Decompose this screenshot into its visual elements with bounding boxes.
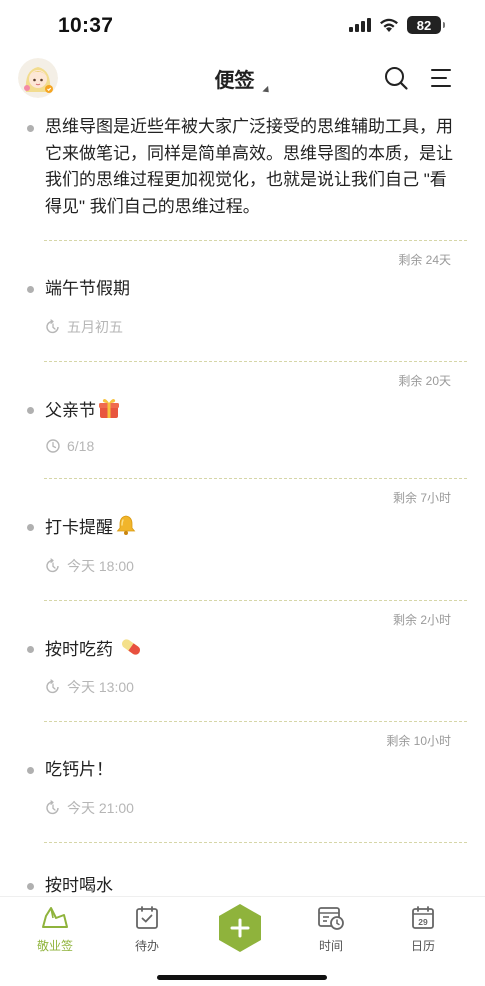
reminder-text: 五月初五 [67,318,123,335]
recurring-alarm-icon [46,679,59,694]
tab-calendar[interactable]: 29 日历 [391,905,455,954]
tab-label: 时间 [318,939,343,953]
reminder-text: 今天 13:00 [67,679,134,695]
reminder-row: 今天 18:00 [45,556,457,576]
note-item[interactable]: 按时吃药 今天 13:00 [0,636,485,698]
note-text-row: 按时吃药 [45,636,457,664]
note-text-row: 打卡提醒 [45,514,457,542]
tab-home[interactable]: 敬业签 [23,905,87,954]
todo-icon [136,906,158,929]
note-text: 吃钙片！ [45,760,113,779]
note-item[interactable]: 端午节假期 五月初五 [0,276,485,337]
remaining-time: 剩余 20天 [398,373,451,388]
recurring-alarm-icon [46,318,59,333]
bullet-dot [27,406,34,414]
bullet-dot [27,645,34,653]
recurring-alarm-icon [46,557,59,572]
reminder-row: 今天 13:00 [45,677,457,697]
clock-icon [46,439,60,453]
recurring-alarm-icon [46,799,59,814]
reminder-text: 6/18 [67,438,95,454]
note-text: 打卡提醒 [45,518,113,537]
caret-down-icon [261,85,272,96]
note-text: 思维导图是近些年被大家广泛接受的思维辅助工具，用它来做笔记，同样是简单高效。思维… [45,117,453,216]
status-bar: 10:37 82 [0,0,485,52]
note-item[interactable]: 思维导图是近些年被大家广泛接受的思维辅助工具，用它来做笔记，同样是简单高效。思维… [0,108,485,220]
bullet-dot [27,767,34,774]
note-text-row: 父亲节 [45,397,457,425]
divider [44,721,467,722]
tab-label: 敬业签 [36,939,73,953]
remaining-time: 剩余 2小时 [392,612,451,627]
note-text: 按时喝水 [45,875,113,895]
bell-icon [116,515,136,535]
remaining-time: 剩余 10小时 [386,734,451,748]
note-list[interactable]: 思维导图是近些年被大家广泛接受的思维辅助工具，用它来做笔记，同样是简单高效。思维… [0,108,485,896]
note-item[interactable]: 吃钙片！ 今天 21:00 [0,757,485,818]
header: 便签 [0,52,485,104]
reminder-row: 6/18 [45,438,457,454]
status-time: 10:37 [58,14,114,37]
note-item[interactable]: 按时喝水 [0,873,485,897]
bullet-dot [27,125,34,132]
tab-label: 待办 [134,939,159,953]
page-title-text: 便签 [214,70,255,92]
bullet-dot [27,882,34,890]
cellular-signal-icon [349,18,371,32]
reminder-row: 五月初五 [45,317,457,337]
search-icon[interactable] [382,64,410,92]
add-note-button[interactable] [217,903,263,953]
calendar-icon: 29 [412,906,434,929]
menu-icon[interactable] [428,64,456,92]
battery-level: 82 [416,17,432,33]
note-text: 端午节假期 [45,279,130,298]
reminder-text: 今天 21:00 [67,799,134,816]
calendar-day: 29 [418,917,428,927]
tab-label: 日历 [410,939,435,953]
home-tab-icon [42,907,68,928]
note-item[interactable]: 打卡提醒 今天 18:00 [0,514,485,576]
tab-todo[interactable]: 待办 [115,905,179,954]
divider [44,599,467,601]
remaining-time: 剩余 24天 [398,253,451,267]
gift-icon [99,398,119,418]
note-text: 按时吃药 [45,639,113,659]
divider [44,478,467,479]
wifi-icon [380,18,398,32]
remaining-time: 剩余 7小时 [392,491,451,505]
tab-time[interactable]: 时间 [299,905,363,954]
battery-indicator: 82 [407,16,445,34]
bullet-dot [27,286,34,293]
reminder-row: 今天 21:00 [45,798,457,818]
divider [44,240,467,241]
page-title[interactable]: 便签 [0,64,485,96]
home-indicator [157,975,327,980]
tab-bar: 敬业签 待办 时间 29 日历 [0,896,485,986]
bullet-dot [27,524,34,531]
time-icon [318,907,344,930]
note-text: 父亲节 [45,400,96,420]
divider [44,360,467,362]
note-item[interactable]: 父亲节 6/18 [0,397,485,454]
divider [44,841,467,843]
reminder-text: 今天 18:00 [67,557,134,574]
pill-icon [121,638,141,655]
status-icons: 82 [349,16,445,34]
